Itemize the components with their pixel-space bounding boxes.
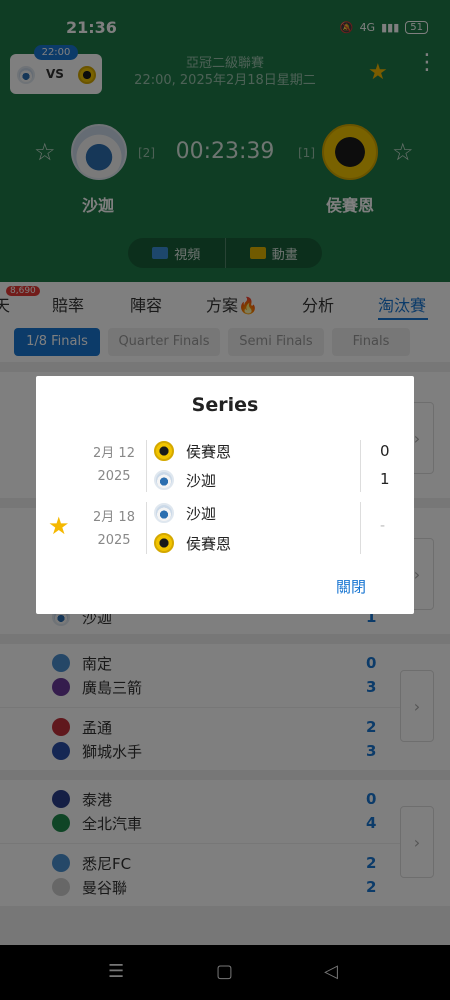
team-logo bbox=[154, 470, 174, 490]
series-match-row[interactable]: 2月 12 2025 侯賽恩 0 沙迦 1 bbox=[36, 438, 414, 494]
series-date: 2月 12 2025 bbox=[84, 442, 144, 488]
series-year: 2025 bbox=[97, 469, 131, 484]
system-nav-bar: ☰ ▢ ◁ bbox=[0, 945, 450, 1000]
team-name: 侯賽恩 bbox=[186, 534, 232, 553]
series-day: 2月 12 bbox=[93, 446, 135, 461]
series-team: 侯賽恩 bbox=[154, 532, 231, 554]
back-icon[interactable]: ◁ bbox=[324, 961, 338, 982]
series-score: 0 bbox=[380, 442, 390, 460]
current-match-star-icon: ★ bbox=[48, 512, 70, 540]
series-year: 2025 bbox=[97, 533, 131, 548]
team-logo bbox=[154, 503, 174, 523]
series-date: 2月 18 2025 bbox=[84, 506, 144, 552]
series-day: 2月 18 bbox=[93, 510, 135, 525]
team-logo bbox=[154, 533, 174, 553]
home-icon[interactable]: ▢ bbox=[216, 961, 233, 982]
series-match-row[interactable]: ★ 2月 18 2025 沙迦 侯賽恩 - bbox=[36, 502, 414, 558]
divider bbox=[146, 440, 147, 492]
series-dialog: Series 2月 12 2025 侯賽恩 0 沙迦 1 ★ 2月 18 202… bbox=[36, 376, 414, 614]
team-name: 沙迦 bbox=[186, 471, 217, 490]
divider bbox=[360, 502, 361, 554]
series-team: 沙迦 bbox=[154, 469, 216, 491]
divider bbox=[360, 440, 361, 492]
series-score: 1 bbox=[380, 470, 390, 488]
dialog-title: Series bbox=[191, 394, 259, 416]
series-team: 侯賽恩 bbox=[154, 440, 231, 462]
menu-icon[interactable]: ☰ bbox=[108, 961, 124, 982]
team-name: 沙迦 bbox=[186, 504, 217, 523]
series-score-pending: - bbox=[380, 518, 386, 534]
close-button[interactable]: 關閉 bbox=[336, 576, 366, 597]
series-team: 沙迦 bbox=[154, 502, 216, 524]
divider bbox=[146, 502, 147, 554]
team-name: 侯賽恩 bbox=[186, 442, 232, 461]
team-logo bbox=[154, 441, 174, 461]
